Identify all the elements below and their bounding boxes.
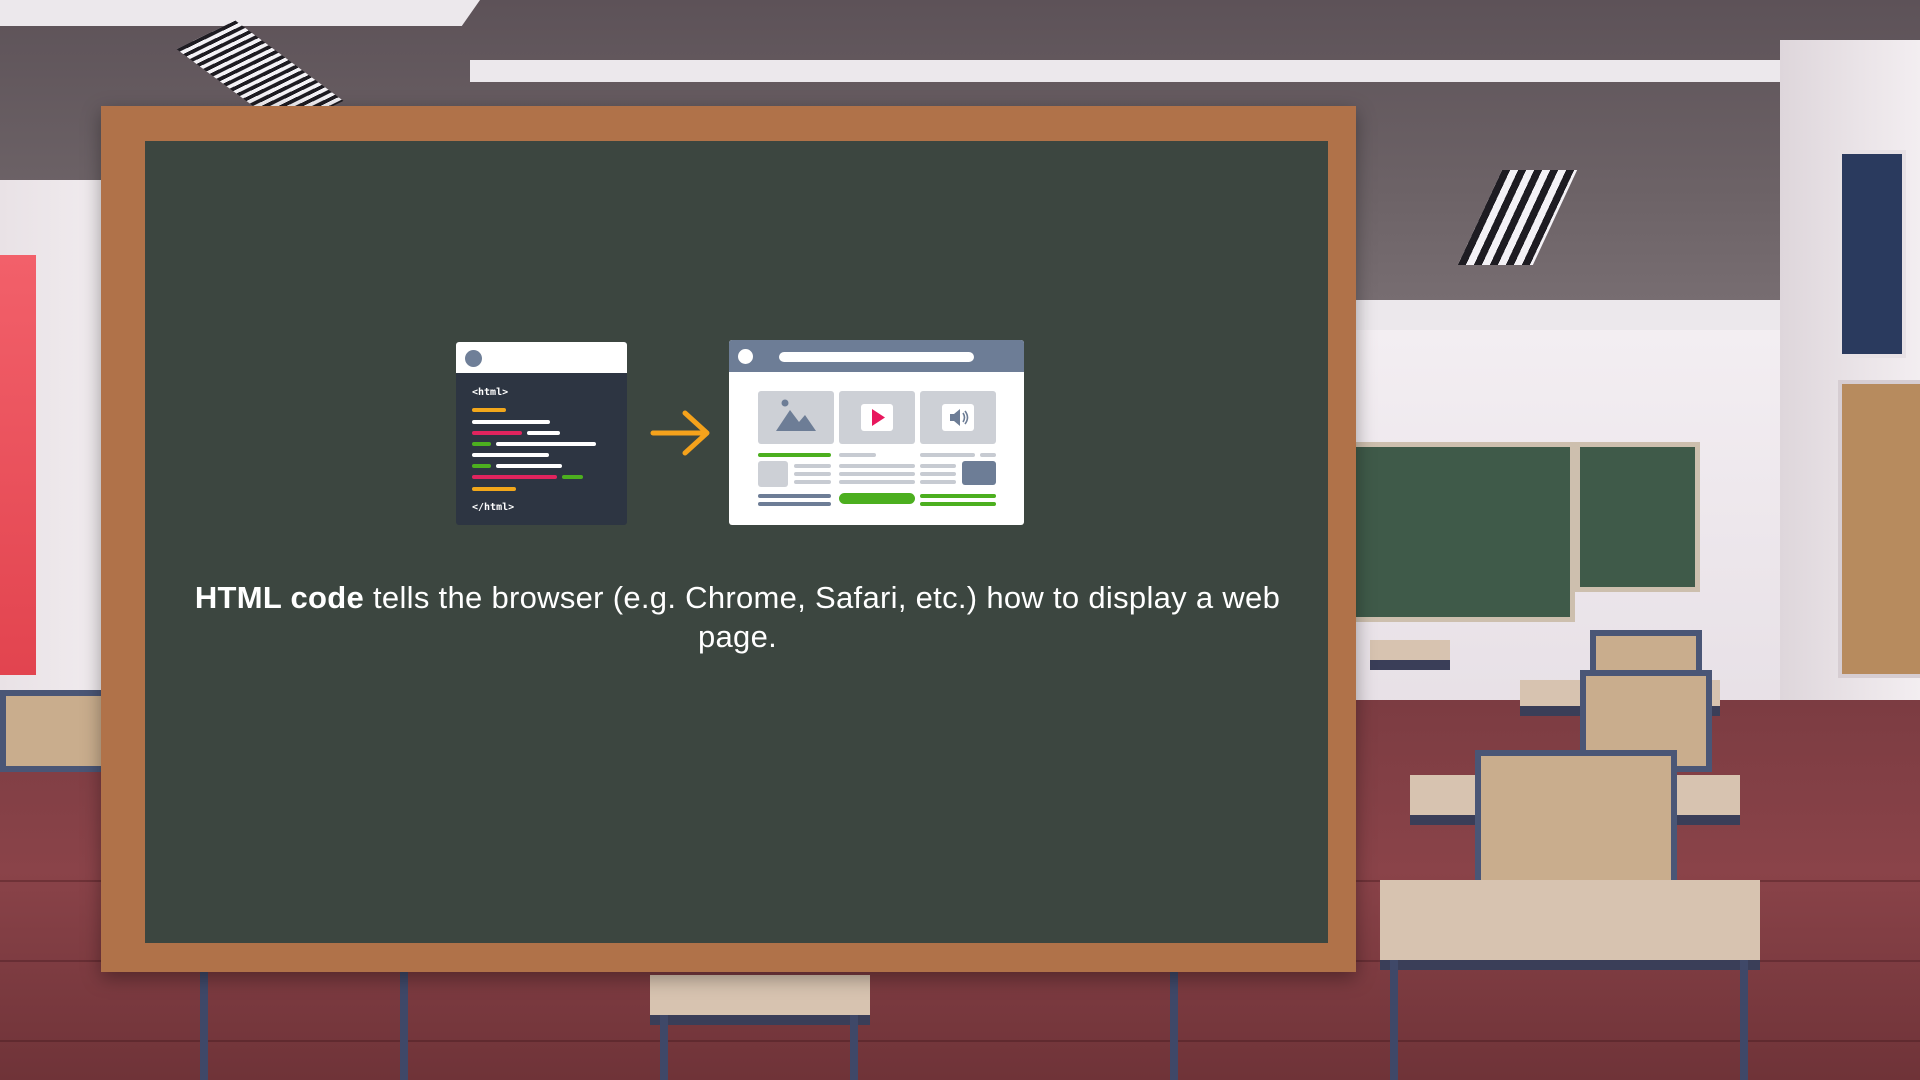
code-line — [496, 464, 562, 468]
video-tile — [839, 391, 915, 444]
content-line — [920, 472, 956, 476]
code-line — [472, 420, 550, 424]
code-line — [472, 475, 557, 479]
desk — [1370, 640, 1450, 670]
code-line — [472, 442, 491, 446]
chair — [1475, 750, 1677, 892]
slide-caption: HTML code tells the browser (e.g. Chrome… — [170, 578, 1305, 656]
code-line — [496, 442, 596, 446]
browser-address-bar — [779, 352, 974, 362]
desk-leg — [200, 972, 208, 1080]
caption-bold: HTML code — [194, 580, 365, 615]
chair — [0, 690, 112, 772]
window — [1838, 150, 1906, 358]
content-line — [758, 502, 831, 506]
ceiling-beam — [0, 0, 480, 26]
content-line — [980, 453, 996, 457]
code-line — [527, 431, 560, 435]
code-open-tag: <html> — [472, 387, 509, 398]
play-icon — [861, 404, 893, 431]
content-line — [794, 464, 831, 468]
desk-leg — [1740, 960, 1748, 1080]
content-line — [758, 494, 831, 498]
floor-tile-line — [0, 1040, 1920, 1042]
content-line — [920, 453, 975, 457]
window-dot-icon — [465, 350, 482, 367]
back-chalkboard — [1345, 442, 1575, 622]
back-chalkboard — [1575, 442, 1700, 592]
corkboard — [1838, 380, 1920, 678]
content-line — [920, 480, 956, 484]
classroom-scene: <html> </html> HTML code tells the brows… — [0, 0, 1920, 1080]
content-line — [920, 464, 956, 468]
code-line — [472, 431, 522, 435]
content-line — [920, 494, 996, 498]
content-thumb — [758, 461, 788, 487]
desk-leg — [1390, 960, 1398, 1080]
desk — [1380, 880, 1760, 970]
content-line — [758, 453, 831, 457]
ceiling-beam — [470, 60, 1920, 82]
content-button — [839, 493, 915, 504]
window — [0, 255, 36, 675]
desk — [650, 975, 870, 1025]
browser-window-icon — [729, 340, 1024, 525]
content-line — [794, 472, 831, 476]
code-close-tag: </html> — [472, 502, 515, 513]
code-line — [472, 453, 549, 457]
desk-leg — [400, 972, 408, 1080]
desk-leg — [1170, 972, 1178, 1080]
chalkboard — [145, 141, 1328, 943]
content-line — [920, 502, 996, 506]
audio-tile — [920, 391, 996, 444]
content-line — [839, 472, 915, 476]
image-tile — [758, 391, 834, 444]
content-line — [794, 480, 831, 484]
desk-leg — [660, 1015, 668, 1080]
caption-text: tells the browser (e.g. Chrome, Safari, … — [364, 580, 1281, 654]
image-icon — [776, 399, 816, 431]
arrow-right-icon — [650, 410, 710, 456]
content-line — [839, 480, 915, 484]
speaker-icon — [942, 404, 974, 431]
code-line — [562, 475, 583, 479]
code-line — [472, 487, 516, 491]
content-thumb — [962, 461, 996, 485]
code-line — [472, 464, 491, 468]
content-line — [839, 453, 876, 457]
code-line — [472, 408, 506, 412]
window-dot-icon — [738, 349, 753, 364]
desk-leg — [850, 1015, 858, 1080]
code-window-icon: <html> </html> — [456, 342, 627, 525]
content-line — [839, 464, 915, 468]
